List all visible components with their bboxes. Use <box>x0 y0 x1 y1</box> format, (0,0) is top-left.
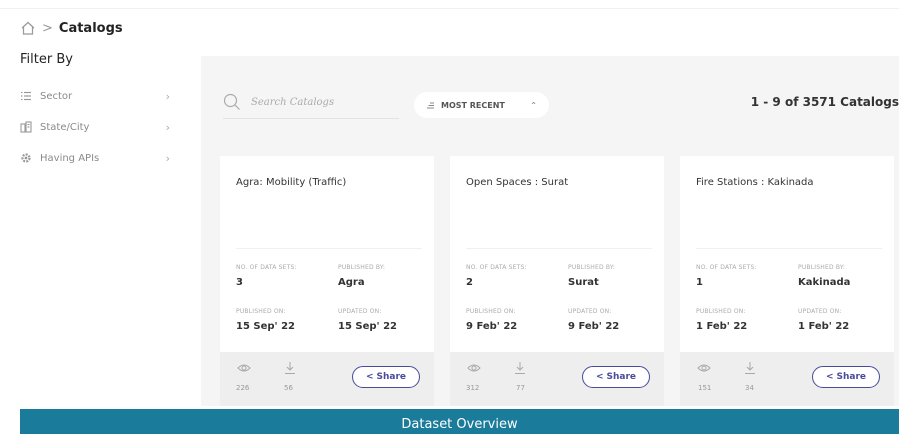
dataset-overview-label: Dataset Overview <box>401 417 518 432</box>
datasets-value: 1 <box>696 277 703 288</box>
views-count: 151 <box>698 384 712 392</box>
chevron-right-icon: › <box>165 120 170 134</box>
published-on-value: 15 Sep' 22 <box>236 321 295 332</box>
downloads-count: 77 <box>516 384 525 392</box>
updated-on-value: 9 Feb' 22 <box>568 321 620 332</box>
filter-having-apis[interactable]: Having APIs › <box>20 146 170 170</box>
filter-having-apis-label: Having APIs <box>40 152 100 164</box>
published-by-value: Kakinada <box>798 277 851 288</box>
card-divider <box>696 248 882 249</box>
datasets-label: NO. OF DATA SETS: <box>236 264 297 271</box>
eye-icon <box>697 364 711 372</box>
eye-icon <box>237 364 251 372</box>
eye-icon <box>467 364 481 372</box>
catalog-card[interactable]: Open Spaces : Surat NO. OF DATA SETS: 2 … <box>450 156 664 406</box>
filter-sector-label: Sector <box>40 90 73 102</box>
card-divider <box>236 248 422 249</box>
published-on-value: 1 Feb' 22 <box>696 321 748 332</box>
share-button[interactable]: < Share <box>582 366 650 388</box>
published-on-value: 9 Feb' 22 <box>466 321 518 332</box>
filter-title: Filter By <box>20 52 73 67</box>
datasets-value: 2 <box>466 277 473 288</box>
download-icon[interactable] <box>743 361 757 375</box>
catalog-card[interactable]: Fire Stations : Kakinada NO. OF DATA SET… <box>680 156 894 406</box>
published-on-label: PUBLISHED ON: <box>236 308 286 315</box>
share-icon: < <box>825 372 834 382</box>
search-input[interactable] <box>251 96 381 108</box>
top-divider <box>0 8 899 9</box>
share-button[interactable]: < Share <box>812 366 880 388</box>
datasets-label: NO. OF DATA SETS: <box>466 264 527 271</box>
datasets-label: NO. OF DATA SETS: <box>696 264 757 271</box>
published-by-label: PUBLISHED BY: <box>568 264 616 271</box>
updated-on-value: 1 Feb' 22 <box>798 321 850 332</box>
card-footer: 226 56 < Share <box>220 352 434 406</box>
share-label: Share <box>606 372 637 382</box>
catalog-panel: MOST RECENT ⌃ 1 - 9 of 3571 Catalogs Agr… <box>201 56 899 406</box>
published-on-label: PUBLISHED ON: <box>696 308 746 315</box>
sort-icon <box>427 102 434 108</box>
catalog-card[interactable]: Agra: Mobility (Traffic) NO. OF DATA SET… <box>220 156 434 406</box>
filter-sector[interactable]: Sector › <box>20 84 170 108</box>
card-footer: 151 34 < Share <box>680 352 894 406</box>
share-label: Share <box>836 372 867 382</box>
datasets-value: 3 <box>236 277 243 288</box>
share-icon: < <box>365 372 374 382</box>
updated-on-value: 15 Sep' 22 <box>338 321 397 332</box>
views-count: 226 <box>236 384 250 392</box>
home-icon[interactable] <box>20 20 36 36</box>
breadcrumb-separator: > <box>42 20 53 36</box>
chevron-right-icon: › <box>165 89 170 103</box>
card-footer: 312 77 < Share <box>450 352 664 406</box>
card-title[interactable]: Fire Stations : Kakinada <box>696 177 814 188</box>
share-label: Share <box>376 372 407 382</box>
download-icon[interactable] <box>283 361 297 375</box>
updated-on-label: UPDATED ON: <box>798 308 842 315</box>
filter-list: Sector › State/City › Having APIs › <box>20 84 170 177</box>
published-by-value: Agra <box>338 277 365 288</box>
breadcrumb-current: Catalogs <box>58 20 123 36</box>
published-by-label: PUBLISHED BY: <box>338 264 386 271</box>
published-by-label: PUBLISHED BY: <box>798 264 846 271</box>
views-count: 312 <box>466 384 480 392</box>
results-count: 1 - 9 of 3571 Catalogs <box>750 95 899 109</box>
search-box[interactable] <box>223 86 399 119</box>
dataset-overview-bar[interactable]: Dataset Overview <box>20 409 899 434</box>
list-icon <box>20 90 32 102</box>
sort-label: MOST RECENT <box>441 100 505 110</box>
downloads-count: 56 <box>284 384 293 392</box>
breadcrumb: > Catalogs <box>20 17 123 39</box>
search-icon <box>223 93 240 110</box>
updated-on-label: UPDATED ON: <box>568 308 612 315</box>
share-button[interactable]: < Share <box>352 366 420 388</box>
published-by-value: Surat <box>568 277 599 288</box>
caret-up-icon: ⌃ <box>530 100 537 110</box>
updated-on-label: UPDATED ON: <box>338 308 382 315</box>
filter-state-city-label: State/City <box>40 121 90 133</box>
card-title[interactable]: Open Spaces : Surat <box>466 177 568 188</box>
downloads-count: 34 <box>745 384 754 392</box>
published-on-label: PUBLISHED ON: <box>466 308 516 315</box>
filter-state-city[interactable]: State/City › <box>20 115 170 139</box>
share-icon: < <box>595 372 604 382</box>
card-title[interactable]: Agra: Mobility (Traffic) <box>236 177 346 188</box>
card-divider <box>466 248 652 249</box>
sort-dropdown[interactable]: MOST RECENT ⌃ <box>414 92 549 118</box>
gear-icon <box>20 152 32 164</box>
chevron-right-icon: › <box>165 151 170 165</box>
building-icon <box>20 121 32 133</box>
download-icon[interactable] <box>513 361 527 375</box>
